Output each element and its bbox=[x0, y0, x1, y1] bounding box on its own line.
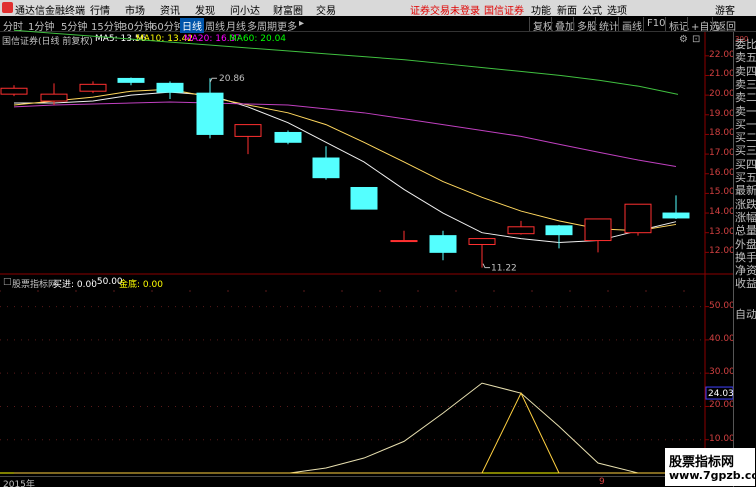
sidebar-item[interactable]: 卖四 bbox=[735, 65, 756, 78]
candle-body bbox=[545, 225, 573, 236]
sidebar-item[interactable]: 最新 bbox=[735, 184, 756, 197]
sidebar-item[interactable]: 买一 bbox=[735, 118, 756, 131]
candle-body bbox=[468, 238, 496, 245]
candle-body bbox=[312, 157, 340, 179]
candle-body bbox=[196, 92, 224, 135]
candle-body bbox=[624, 203, 652, 234]
sidebar-item[interactable]: 外盘 bbox=[735, 238, 756, 251]
candle-body bbox=[40, 93, 68, 102]
indicator-info: □ 股票指标网 买进: 0.00 : 50.00 金底: 0.00 bbox=[0, 276, 733, 290]
candle-body bbox=[507, 226, 535, 235]
buy-series-line bbox=[14, 382, 676, 474]
sidebar-item[interactable]: 委比 bbox=[735, 38, 756, 51]
candle-body bbox=[350, 186, 378, 210]
candle-body bbox=[390, 240, 418, 243]
indicator-name[interactable]: 股票指标网 bbox=[12, 277, 57, 290]
watermark-url: www.7gpzb.com bbox=[669, 469, 756, 482]
sidebar-auto-button[interactable]: 自动 bbox=[735, 308, 756, 321]
high-annotation: 20.86 bbox=[219, 74, 245, 84]
ma20-line bbox=[13, 101, 677, 167]
candle-body bbox=[429, 235, 457, 253]
sidebar-item[interactable]: 买四 bbox=[735, 158, 756, 171]
sidebar-item[interactable]: 换手 bbox=[735, 251, 756, 264]
sidebar-item[interactable]: 买五 bbox=[735, 171, 756, 184]
year-label: 2015年 bbox=[3, 480, 35, 487]
candle-body bbox=[117, 77, 145, 83]
candle-body bbox=[0, 87, 28, 95]
candle-body bbox=[584, 218, 612, 242]
date-marker: 9 bbox=[599, 477, 605, 487]
low-pointer bbox=[482, 263, 490, 269]
gold-series-line bbox=[14, 391, 676, 474]
sidebar-item[interactable]: 卖一 bbox=[735, 105, 756, 118]
ma5-line bbox=[14, 91, 677, 244]
candle-body bbox=[234, 124, 262, 137]
sidebar-item[interactable]: 涨跌 bbox=[735, 198, 756, 211]
candle-body bbox=[274, 131, 302, 143]
line50-label: : 50.00 bbox=[91, 277, 123, 287]
sidebar-item[interactable]: 总量 bbox=[735, 224, 756, 237]
watermark-title: 股票指标网 bbox=[669, 455, 735, 470]
price-axis: 22.00 21.00 20.00 19.00 18.00 17.00 16.00 15.00… bbox=[705, 46, 735, 272]
status-bar: 2015年 9 bbox=[0, 476, 665, 487]
quote-sidebar: 300 委比 卖五 卖四 卖三 卖二 卖一 买一 买二 买三 买四 买五 最新 涨跌 涨幅 总量 外盘 换手 净资收… bbox=[733, 32, 756, 487]
low-annotation: 11.22 bbox=[491, 264, 517, 274]
candle-body bbox=[156, 82, 184, 93]
sidebar-item[interactable]: 收益 bbox=[735, 277, 756, 290]
chart-canvas[interactable]: 20.8611.2224.03 bbox=[0, 0, 733, 476]
high-pointer bbox=[209, 77, 217, 83]
watermark: 股票指标网 www.7gpzb.com bbox=[665, 448, 756, 486]
sidebar-item[interactable]: 卖三 bbox=[735, 78, 756, 91]
sidebar-item[interactable]: 卖二 bbox=[735, 91, 756, 104]
sidebar-item[interactable]: 涨幅 bbox=[735, 211, 756, 224]
candle-body bbox=[662, 212, 690, 219]
sidebar-item[interactable]: 买二 bbox=[735, 131, 756, 144]
candle-body bbox=[79, 83, 107, 92]
sidebar-item[interactable]: 卖五 bbox=[735, 51, 756, 64]
ma60-line bbox=[13, 29, 679, 95]
indicator-axis: 50.00 40.00 30.00 20.00 10.00 bbox=[705, 283, 735, 473]
sidebar-item[interactable]: 净资 bbox=[735, 264, 756, 277]
indicator-expand-icon[interactable]: □ bbox=[3, 277, 12, 287]
gold-bottom-label: 金底: 0.00 bbox=[119, 280, 163, 290]
sidebar-item[interactable]: 买三 bbox=[735, 144, 756, 157]
